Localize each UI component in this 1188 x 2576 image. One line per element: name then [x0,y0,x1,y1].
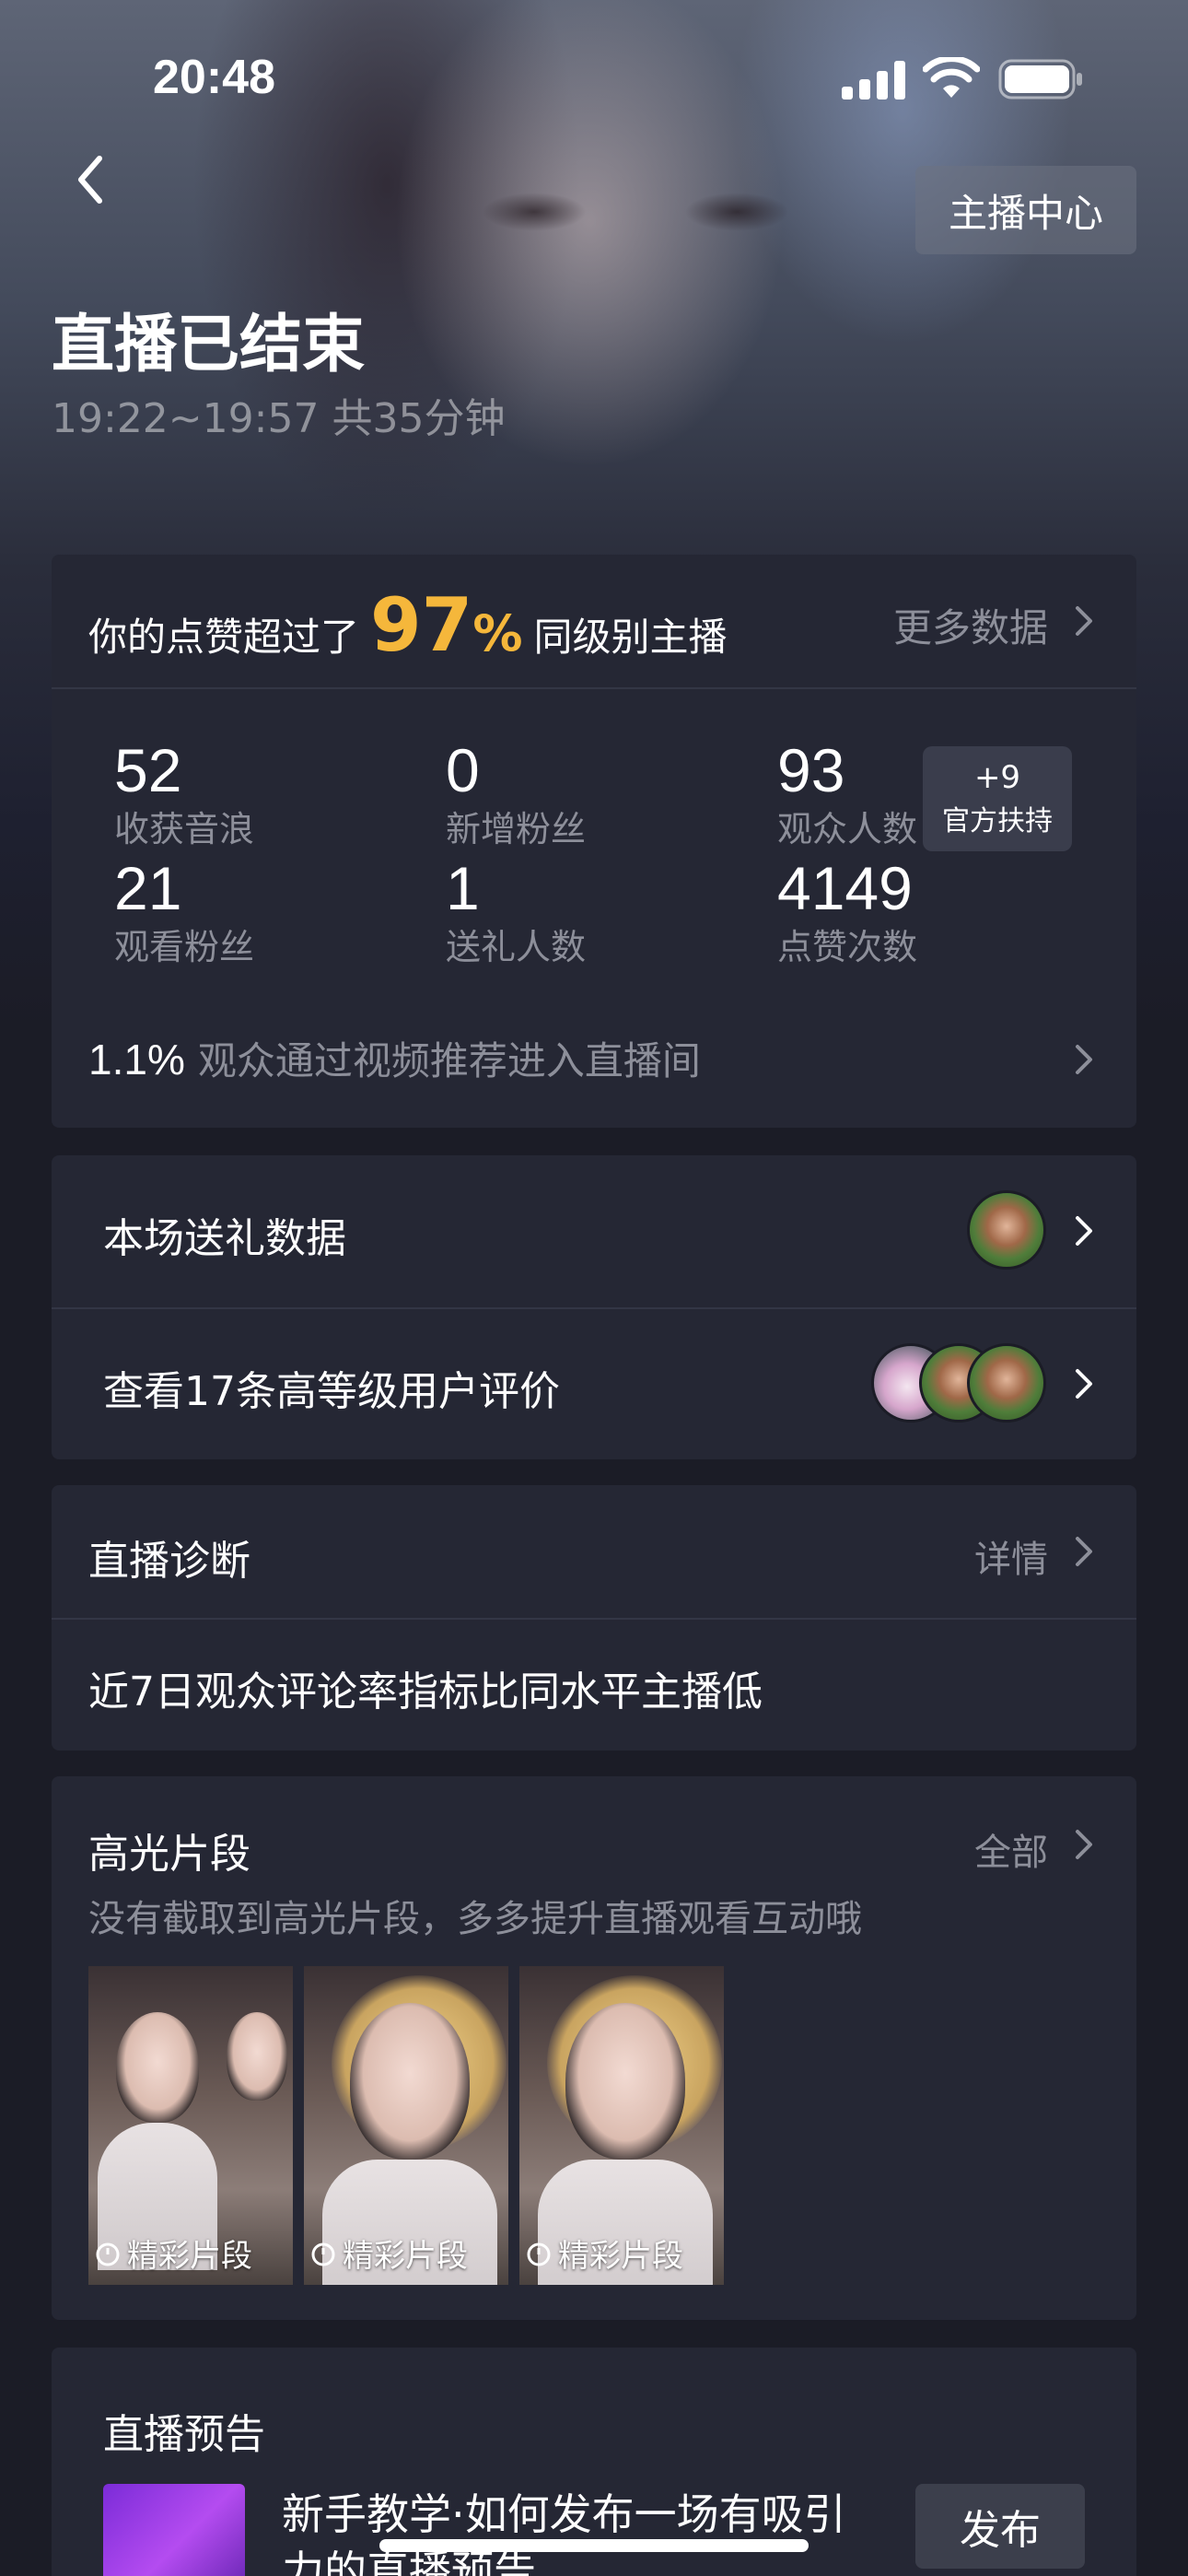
highlights-subtitle: 没有截取到高光片段，多多提升直播观看互动哦 [88,1898,862,1940]
diagnosis-title: 直播诊断 [88,1538,250,1585]
anchor-center-button[interactable]: 主播中心 [915,166,1136,254]
gift-data-label: 本场送礼数据 [103,1215,346,1262]
chevron-right-icon[interactable] [1072,603,1096,639]
clip-thumbnail-face [116,2012,199,2123]
reviews-label: 查看17条高等级用户评价 [103,1368,560,1415]
page-title: 直播已结束 [52,309,366,381]
clip-icon [311,2242,335,2266]
clip-icon [96,2242,120,2266]
recommend-text: 观众通过视频推荐进入直播间 [197,1038,701,1083]
home-indicator[interactable] [379,2539,809,2552]
stat-value: 0 [446,736,480,804]
live-summary-page: 20:48 主播中心 直播已结束 19:22~19:57 共35分钟 你的点赞超… [0,0,1188,2576]
divider [52,687,1136,689]
clip-thumbnail-face [350,2003,470,2160]
gift-card: 本场送礼数据 查看17条高等级用户评价 [52,1155,1136,1459]
more-data-link[interactable]: 更多数据 [893,597,1048,653]
clip-label-text: 精彩片段 [127,2238,252,2275]
chevron-right-icon[interactable] [1072,1826,1096,1863]
clip-icon [527,2242,551,2266]
stat-gift-senders: 1 送礼人数 [446,853,750,971]
preview-title: 直播预告 [103,2411,265,2458]
clip-label: 精彩片段 [309,2231,468,2276]
page-subtitle: 19:22~19:57 共35分钟 [52,395,506,442]
clip-label: 精彩片段 [525,2231,683,2276]
recommend-line[interactable]: 1.1% 观众通过视频推荐进入直播间 [88,1030,701,1086]
official-boost-badge[interactable]: +9 官方扶持 [923,746,1072,851]
divider [52,1618,1136,1620]
stat-label: 收获音浪 [114,809,255,849]
boost-label: 官方扶持 [942,805,1053,837]
battery-icon [998,59,1082,100]
chevron-right-icon[interactable] [1072,1533,1096,1570]
stat-label: 新增粉丝 [446,809,587,849]
avatar [967,1190,1046,1270]
clip-label: 精彩片段 [94,2231,252,2276]
clip-thumbnail-face [565,2003,685,2160]
avatar [967,1343,1046,1423]
clip-label-text: 精彩片段 [558,2238,683,2275]
stat-value: 1 [446,854,480,922]
status-time: 20:48 [153,51,275,104]
recommend-percent: 1.1% [88,1036,185,1083]
preview-text[interactable]: 新手教学·如何发布一场有吸引力的直播预告 [282,2486,871,2576]
highlight-clip[interactable]: 精彩片段 [88,1966,293,2285]
chevron-right-icon[interactable] [1072,1041,1096,1078]
publish-button[interactable]: 发布 [915,2484,1085,2569]
highlights-title: 高光片段 [88,1831,250,1878]
stat-watching-fans: 21 观看粉丝 [114,853,418,971]
status-bar: 20:48 [0,0,1188,138]
preview-thumbnail[interactable] [103,2484,245,2576]
like-rank-suffix: 同级别主播 [533,615,728,660]
boost-value: +9 [973,759,1021,796]
like-rank-percent-sign: % [472,604,523,662]
diagnosis-text: 近7日观众评论率指标比同水平主播低 [88,1669,763,1715]
reviews-row[interactable]: 查看17条高等级用户评价 [52,1308,1136,1459]
back-icon[interactable] [61,147,125,212]
stat-sound-waves: 52 收获音浪 [114,735,418,853]
stat-value: 21 [114,854,182,922]
like-rank-prefix: 你的点赞超过了 [88,615,360,660]
stat-value: 52 [114,736,182,804]
highlight-clip[interactable]: 精彩片段 [304,1966,508,2285]
clip-thumbnail-face [227,2012,287,2101]
clip-label-text: 精彩片段 [343,2238,468,2275]
diagnosis-card: 直播诊断 详情 近7日观众评论率指标比同水平主播低 [52,1485,1136,1751]
chevron-right-icon[interactable] [1072,1212,1096,1249]
wifi-icon [923,57,980,98]
stat-label: 送礼人数 [446,927,587,967]
highlights-card: 高光片段 全部 没有截取到高光片段，多多提升直播观看互动哦 精彩片段 精彩片段 [52,1776,1136,2320]
stat-value: 4149 [777,854,913,922]
stat-likes: 4149 点赞次数 [777,853,1081,971]
stats-card: 你的点赞超过了 97 % 同级别主播 更多数据 52 收获音浪 0 新增粉丝 9… [52,555,1136,1128]
hero-background-detail [479,184,792,240]
highlight-clip[interactable]: 精彩片段 [519,1966,724,2285]
signal-icon [842,61,905,100]
stat-label: 点赞次数 [777,927,918,967]
diagnosis-detail-link[interactable]: 详情 [974,1529,1048,1583]
like-rank-percent: 97 [370,582,473,668]
stat-label: 观看粉丝 [114,927,255,967]
chevron-right-icon[interactable] [1072,1365,1096,1402]
stat-new-followers: 0 新增粉丝 [446,735,750,853]
gift-data-row[interactable]: 本场送礼数据 [52,1155,1136,1306]
like-rank-line: 你的点赞超过了 97 % 同级别主播 [88,582,727,668]
highlights-all-link[interactable]: 全部 [974,1822,1048,1876]
